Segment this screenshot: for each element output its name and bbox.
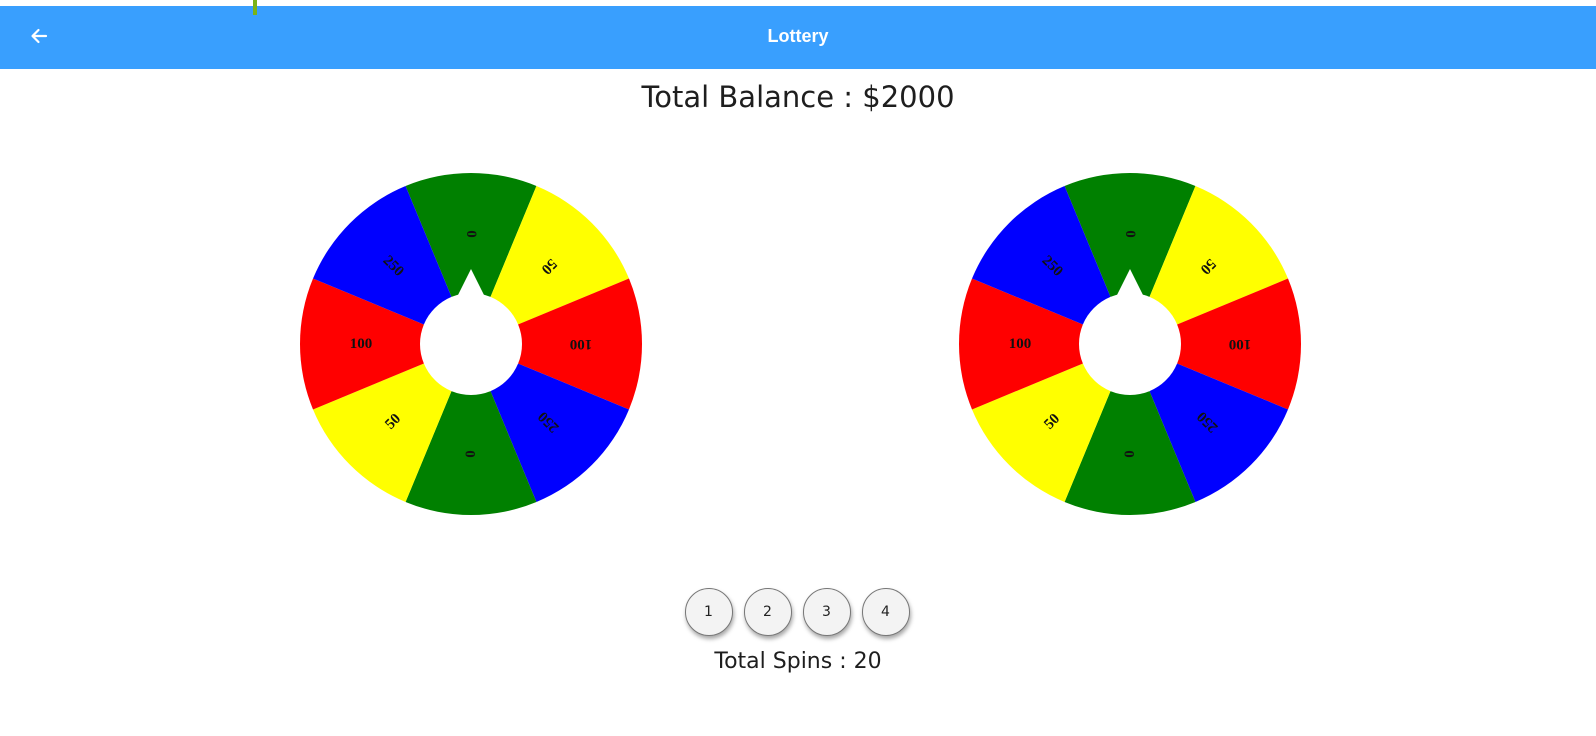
lottery-wheel-right[interactable]: 0 50 100 250 0 50 100 250 [959,173,1301,515]
total-balance: Total Balance : $2000 [641,80,955,114]
wheel-segment-label: 0 [1122,230,1138,238]
wheel-svg: 050100250050100250 [959,173,1301,515]
wheel-center [420,293,522,395]
spin-button-1[interactable]: 1 [684,588,733,636]
lottery-wheel-left[interactable]: 0 50 100 250 0 50 100 250 [300,173,642,515]
wheel-segment-label: 0 [463,450,479,458]
spin-button-4[interactable]: 4 [861,588,910,636]
wheel-svg: 050100250050100250 [300,173,642,515]
wheel-segment-label: 0 [463,230,479,238]
wheel-segment-label: 100 [1229,336,1252,352]
spin-button-3[interactable]: 3 [802,588,851,636]
spin-count-selector: 1 2 3 4 [0,588,1596,636]
wheel-center [1079,293,1181,395]
wheel-segment-label: 100 [1009,336,1032,352]
progress-indicator [253,0,257,15]
wheel-segment-label: 0 [1122,450,1138,458]
spin-button-2[interactable]: 2 [743,588,792,636]
total-spins: Total Spins : 20 [714,649,882,674]
wheel-segment-label: 100 [350,336,373,352]
wheel-segment-label: 100 [570,336,593,352]
app-bar: Lottery [0,6,1596,69]
page-title: Lottery [767,26,829,46]
